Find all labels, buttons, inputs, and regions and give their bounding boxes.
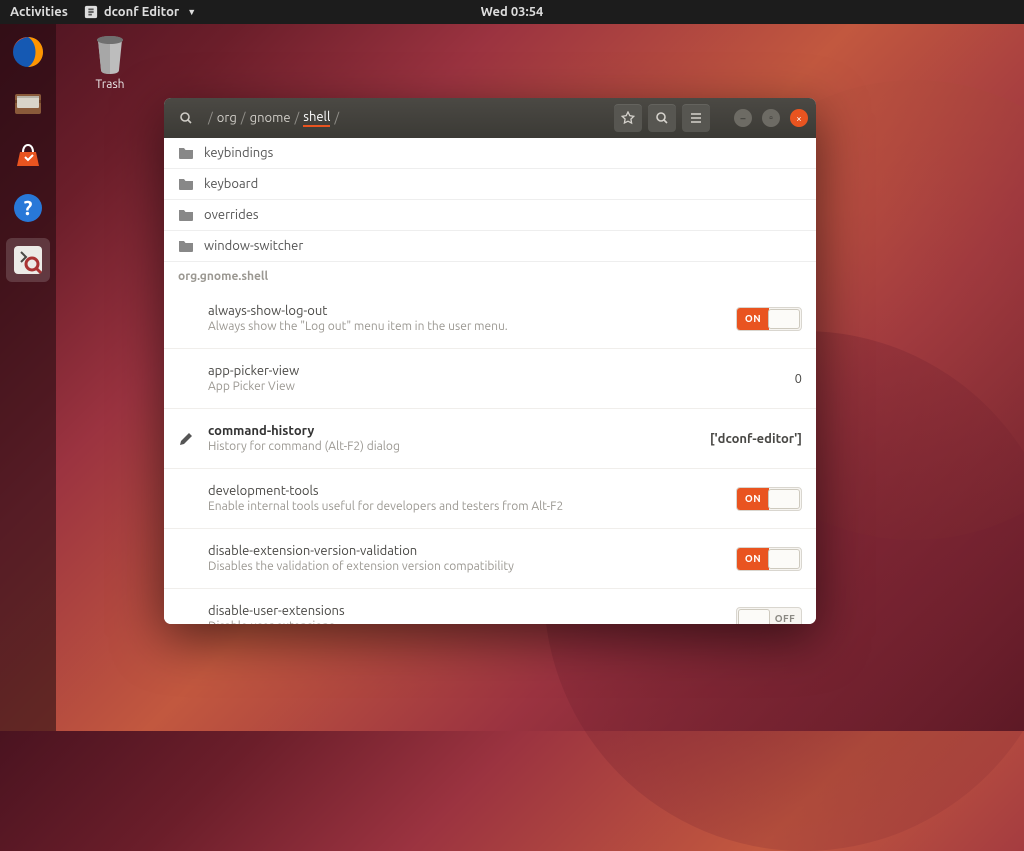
- folder-row-keybindings[interactable]: keybindings: [164, 138, 816, 169]
- dconf-editor-window: /org /gnome /shell / – ▫ × keybindingske…: [164, 98, 816, 624]
- search-button[interactable]: [648, 104, 676, 132]
- key-name: command-history: [208, 424, 698, 438]
- settings-list[interactable]: keybindings keyboard overrides window-switc…: [164, 138, 816, 624]
- window-close-button[interactable]: ×: [790, 109, 808, 127]
- folder-icon: [178, 239, 194, 253]
- folder-icon: [178, 177, 194, 191]
- folder-label: window-switcher: [204, 239, 303, 253]
- window-minimize-button[interactable]: –: [734, 109, 752, 127]
- folder-row-keyboard[interactable]: keyboard: [164, 169, 816, 200]
- key-name: disable-user-extensions: [208, 604, 736, 618]
- menu-button[interactable]: [682, 104, 710, 132]
- key-row-disable-extension-version-validation[interactable]: disable-extension-version-validation Disa…: [164, 529, 816, 589]
- dock-software-icon[interactable]: [6, 134, 50, 178]
- desktop-trash[interactable]: Trash: [90, 32, 130, 91]
- key-description: Always show the "Log out" menu item in t…: [208, 320, 736, 333]
- folder-label: keybindings: [204, 146, 273, 160]
- folder-row-window-switcher[interactable]: window-switcher: [164, 231, 816, 262]
- key-description: History for command (Alt-F2) dialog: [208, 440, 698, 453]
- toggle-development-tools[interactable]: ONOFF: [736, 487, 802, 511]
- svg-text:?: ?: [24, 196, 33, 219]
- app-menu[interactable]: dconf Editor ▼: [84, 5, 196, 19]
- breadcrumb[interactable]: /org /gnome /shell /: [206, 110, 341, 127]
- key-row-development-tools[interactable]: development-tools Enable internal tools u…: [164, 469, 816, 529]
- folder-icon: [178, 146, 194, 160]
- key-description: Enable internal tools useful for develop…: [208, 500, 736, 513]
- key-name: development-tools: [208, 484, 736, 498]
- window-maximize-button[interactable]: ▫: [762, 109, 780, 127]
- key-value: ['dconf-editor']: [710, 432, 802, 446]
- folder-label: keyboard: [204, 177, 258, 191]
- top-bar: Activities dconf Editor ▼ Wed 03:54: [0, 0, 1024, 24]
- trash-icon: [90, 32, 130, 76]
- key-description: Disable user extensions: [208, 620, 736, 624]
- trash-label: Trash: [90, 78, 130, 91]
- dock-dconf-icon[interactable]: [6, 238, 50, 282]
- dock-firefox-icon[interactable]: [6, 30, 50, 74]
- toggle-disable-user-extensions[interactable]: ONOFF: [736, 607, 802, 625]
- clock[interactable]: Wed 03:54: [481, 5, 544, 19]
- toggle-always-show-log-out[interactable]: ONOFF: [736, 307, 802, 331]
- launcher-dock: ?: [0, 24, 56, 731]
- titlebar: /org /gnome /shell / – ▫ ×: [164, 98, 816, 138]
- key-row-disable-user-extensions[interactable]: disable-user-extensions Disable user exte…: [164, 589, 816, 624]
- key-row-app-picker-view[interactable]: app-picker-view App Picker View 0: [164, 349, 816, 409]
- key-row-always-show-log-out[interactable]: always-show-log-out Always show the "Log …: [164, 289, 816, 349]
- dconf-app-icon: [84, 5, 98, 19]
- dock-help-icon[interactable]: ?: [6, 186, 50, 230]
- toggle-disable-extension-version-validation[interactable]: ONOFF: [736, 547, 802, 571]
- folder-label: overrides: [204, 208, 259, 222]
- key-name: disable-extension-version-validation: [208, 544, 736, 558]
- key-description: App Picker View: [208, 380, 783, 393]
- pencil-icon: [178, 431, 194, 447]
- key-name: app-picker-view: [208, 364, 783, 378]
- dock-files-icon[interactable]: [6, 82, 50, 126]
- search-path-icon[interactable]: [172, 104, 200, 132]
- key-name: always-show-log-out: [208, 304, 736, 318]
- key-description: Disables the validation of extension ver…: [208, 560, 736, 573]
- key-row-command-history[interactable]: command-history History for command (Alt-…: [164, 409, 816, 469]
- activities-button[interactable]: Activities: [10, 5, 68, 19]
- folder-icon: [178, 208, 194, 222]
- key-value: 0: [795, 372, 802, 386]
- folder-row-overrides[interactable]: overrides: [164, 200, 816, 231]
- schema-heading: org.gnome.shell: [164, 262, 816, 289]
- bookmark-button[interactable]: [614, 104, 642, 132]
